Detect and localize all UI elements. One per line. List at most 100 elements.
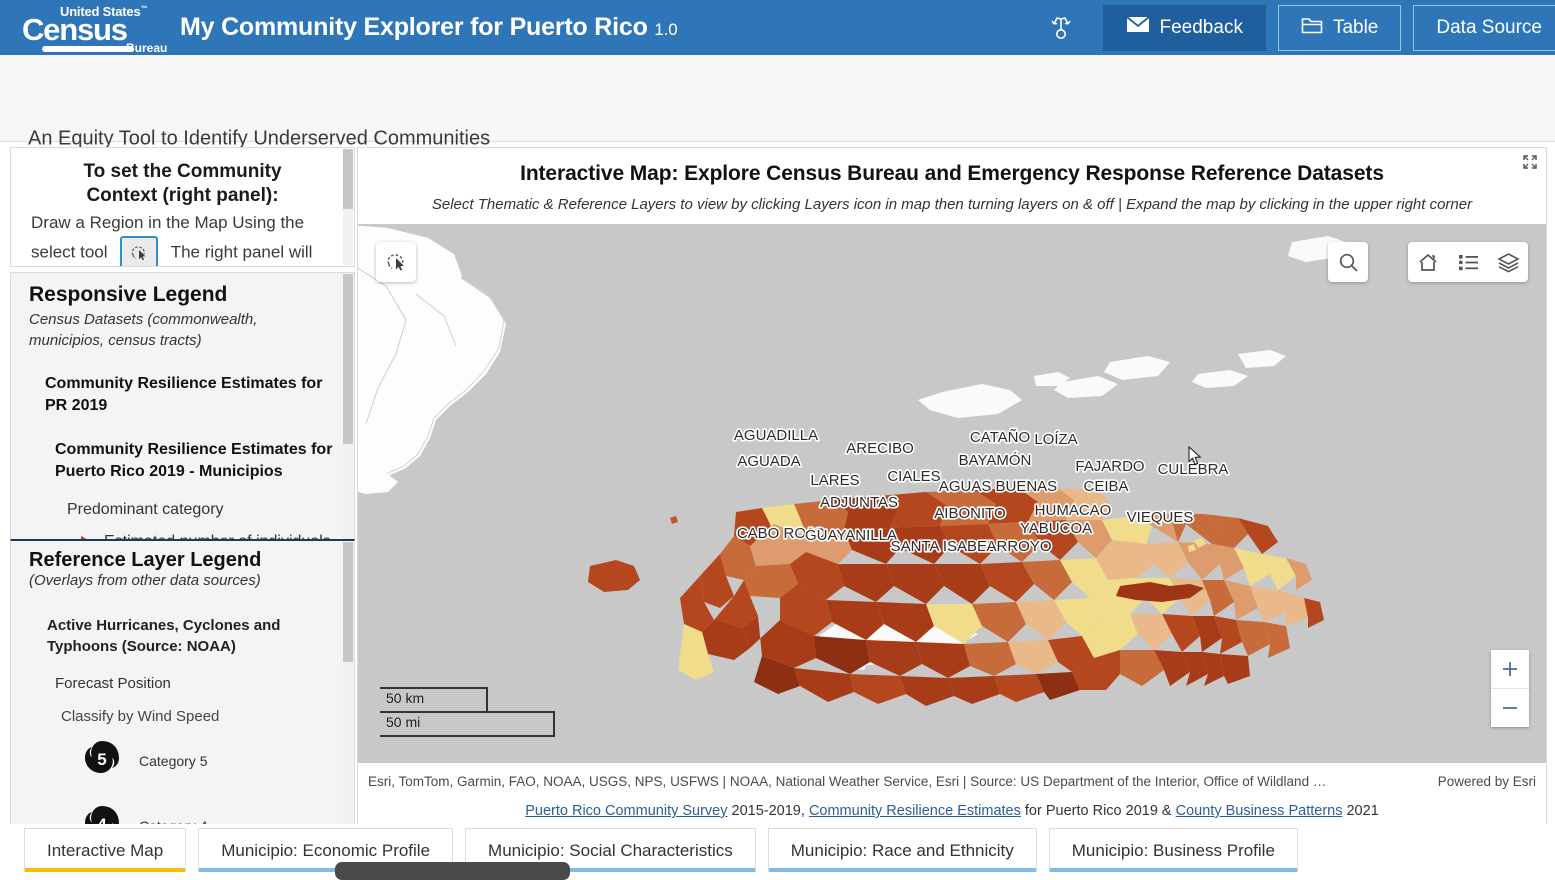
logo-bureau-word: Bureau: [126, 41, 167, 55]
feedback-button-label: Feedback: [1160, 17, 1243, 39]
svg-text:HUMACAO: HUMACAO: [1035, 502, 1112, 519]
map-footer: Esri, TomTom, Garmin, FAO, NOAA, USGS, N…: [358, 763, 1546, 831]
svg-text:AGUAS BUENAS: AGUAS BUENAS: [939, 478, 1057, 495]
tab-municipio-social-characteristics-label: Municipio: Social Characteristics: [488, 841, 733, 861]
map-canvas[interactable]: AGUADILLA AGUADA ARECIBO LARES CIALES AD…: [358, 224, 1546, 763]
reference-legend-title: Reference Layer Legend: [29, 549, 336, 572]
svg-text:AIBONITO: AIBONITO: [934, 505, 1005, 522]
home-icon[interactable]: [1408, 242, 1448, 282]
lasso-select-icon[interactable]: [120, 236, 158, 267]
logo-census-word: Census: [22, 14, 127, 45]
tab-interactive-map-label: Interactive Map: [47, 841, 163, 861]
svg-text:CIALES: CIALES: [887, 468, 940, 485]
context-heading-line2: Context (right panel):: [86, 185, 278, 206]
app-title-text: My Community Explorer for Puerto Rico: [180, 13, 648, 41]
legend-layer-title: Community Resilience Estimates for PR 20…: [45, 373, 336, 417]
responsive-legend-title: Responsive Legend: [29, 283, 336, 307]
expand-icon[interactable]: [1518, 150, 1542, 174]
context-heading: To set the Community Context (right pane…: [11, 148, 354, 208]
svg-text:AGUADILLA: AGUADILLA: [734, 427, 818, 444]
subtitle-bar: An Equity Tool to Identify Underserved C…: [0, 55, 1555, 142]
svg-text:CEIBA: CEIBA: [1083, 478, 1128, 495]
svg-text:SANTA ISABEL: SANTA ISABEL: [891, 538, 996, 555]
zoom-out-button[interactable]: [1491, 689, 1529, 727]
legend-scroll-thumb[interactable]: [343, 274, 353, 444]
svg-text:GUAYANILLA: GUAYANILLA: [805, 527, 897, 544]
app-header: United States™ Census Bureau My Communit…: [0, 0, 1555, 55]
svg-text:ARROYO: ARROYO: [986, 538, 1051, 555]
hurricane-category-row: 5 Category 5: [79, 735, 336, 786]
search-icon[interactable]: [1328, 242, 1368, 282]
community-context-panel: To set the Community Context (right pane…: [10, 147, 355, 267]
data-source-button-label: Data Source: [1436, 17, 1542, 39]
svg-text:LARES: LARES: [810, 472, 859, 489]
tab-municipio-economic-profile-label: Municipio: Economic Profile: [221, 841, 430, 861]
map-scale-bar: 50 km 50 mi: [380, 687, 555, 737]
svg-text:LOÍZA: LOÍZA: [1034, 431, 1077, 448]
feedback-button[interactable]: Feedback: [1103, 5, 1266, 51]
tab-interactive-map[interactable]: Interactive Map: [24, 828, 186, 872]
legend-list-icon[interactable]: [1448, 242, 1488, 282]
map-select-tool-button[interactable]: [376, 242, 416, 282]
envelope-icon: [1126, 16, 1150, 39]
link-community-resilience-estimates[interactable]: Community Resilience Estimates: [809, 803, 1021, 819]
tab-underline: [769, 868, 1036, 872]
share-icon[interactable]: [1041, 8, 1081, 48]
scale-mi-label: 50 mi: [386, 714, 420, 730]
svg-text:5: 5: [97, 750, 106, 769]
logo-bar: [42, 46, 134, 52]
table-button[interactable]: Table: [1278, 5, 1401, 51]
context-body: Draw a Region in the Map Using the selec…: [11, 208, 354, 267]
reference-forecast-position: Forecast Position: [55, 675, 336, 692]
census-bureau-logo: United States™ Census Bureau: [22, 5, 162, 51]
hurricane-category-5-label: Category 5: [139, 753, 207, 769]
mouse-cursor: [1188, 446, 1202, 466]
tab-municipio-business-profile-label: Municipio: Business Profile: [1072, 841, 1275, 861]
svg-text:BAYAMÓN: BAYAMÓN: [959, 452, 1032, 469]
powered-by-esri: Powered by Esri: [1438, 774, 1536, 789]
scale-km-label: 50 km: [386, 690, 424, 706]
map-zoom-controls: [1491, 650, 1529, 727]
data-source-button[interactable]: Data Source: [1413, 5, 1555, 51]
folder-icon: [1301, 15, 1323, 40]
interactive-map-container: Interactive Map: Explore Census Bureau a…: [357, 147, 1547, 832]
panel-scroll-thumb[interactable]: [343, 149, 353, 209]
link-puerto-rico-community-survey[interactable]: Puerto Rico Community Survey: [525, 803, 727, 819]
map-header: Interactive Map: Explore Census Bureau a…: [358, 148, 1546, 224]
zoom-in-button[interactable]: [1491, 650, 1529, 688]
map-attribution-row: Esri, TomTom, Garmin, FAO, NOAA, USGS, N…: [368, 774, 1536, 789]
responsive-legend-subtitle: Census Datasets (commonwealth, municipio…: [29, 309, 336, 351]
svg-text:CATAÑO: CATAÑO: [970, 429, 1030, 446]
reference-layer-legend-panel: Reference Layer Legend (Overlays from ot…: [10, 539, 355, 832]
reference-classify-wind-speed: Classify by Wind Speed: [61, 708, 336, 725]
app-title: My Community Explorer for Puerto Rico 1.…: [180, 13, 677, 42]
map-attribution: Esri, TomTom, Garmin, FAO, NOAA, USGS, N…: [368, 774, 1326, 789]
context-heading-line1: To set the Community: [83, 161, 281, 182]
tab-municipio-business-profile[interactable]: Municipio: Business Profile: [1049, 828, 1298, 872]
svg-text:FAJARDO: FAJARDO: [1075, 458, 1144, 475]
svg-text:VIEQUES: VIEQUES: [1127, 509, 1194, 526]
data-sources-line: Puerto Rico Community Survey 2015-2019, …: [358, 803, 1546, 819]
logo-tm: ™: [140, 5, 147, 12]
layers-icon[interactable]: [1488, 242, 1528, 282]
tab-municipio-race-and-ethnicity-label: Municipio: Race and Ethnicity: [791, 841, 1014, 861]
left-sidebar: To set the Community Context (right pane…: [10, 147, 355, 832]
svg-text:ARECIBO: ARECIBO: [846, 440, 914, 457]
sources-text-2: for Puerto Rico 2019 &: [1021, 803, 1176, 819]
map-search-group: [1328, 242, 1368, 282]
svg-text:ADJUNTAS: ADJUNTAS: [820, 494, 898, 511]
sources-text-3: 2021: [1342, 803, 1378, 819]
reference-legend-subtitle: (Overlays from other data sources): [29, 572, 336, 589]
app-version: 1.0: [654, 20, 677, 39]
tab-municipio-race-and-ethnicity[interactable]: Municipio: Race and Ethnicity: [768, 828, 1037, 872]
svg-text:YABUCOA: YABUCOA: [1020, 520, 1092, 537]
map-title: Interactive Map: Explore Census Bureau a…: [358, 148, 1546, 186]
legend-sublayer-title: Community Resilience Estimates for Puert…: [55, 439, 336, 483]
legend-item-predominant-category: Predominant category: [67, 501, 336, 519]
link-county-business-patterns[interactable]: County Business Patterns: [1176, 803, 1343, 819]
tab-bar-shadow: [335, 862, 570, 880]
hurricane-category-5-icon: 5: [79, 735, 125, 786]
tab-underline: [1050, 868, 1297, 872]
reference-scroll-thumb[interactable]: [343, 542, 353, 662]
sources-text-1: 2015-2019,: [728, 803, 809, 819]
